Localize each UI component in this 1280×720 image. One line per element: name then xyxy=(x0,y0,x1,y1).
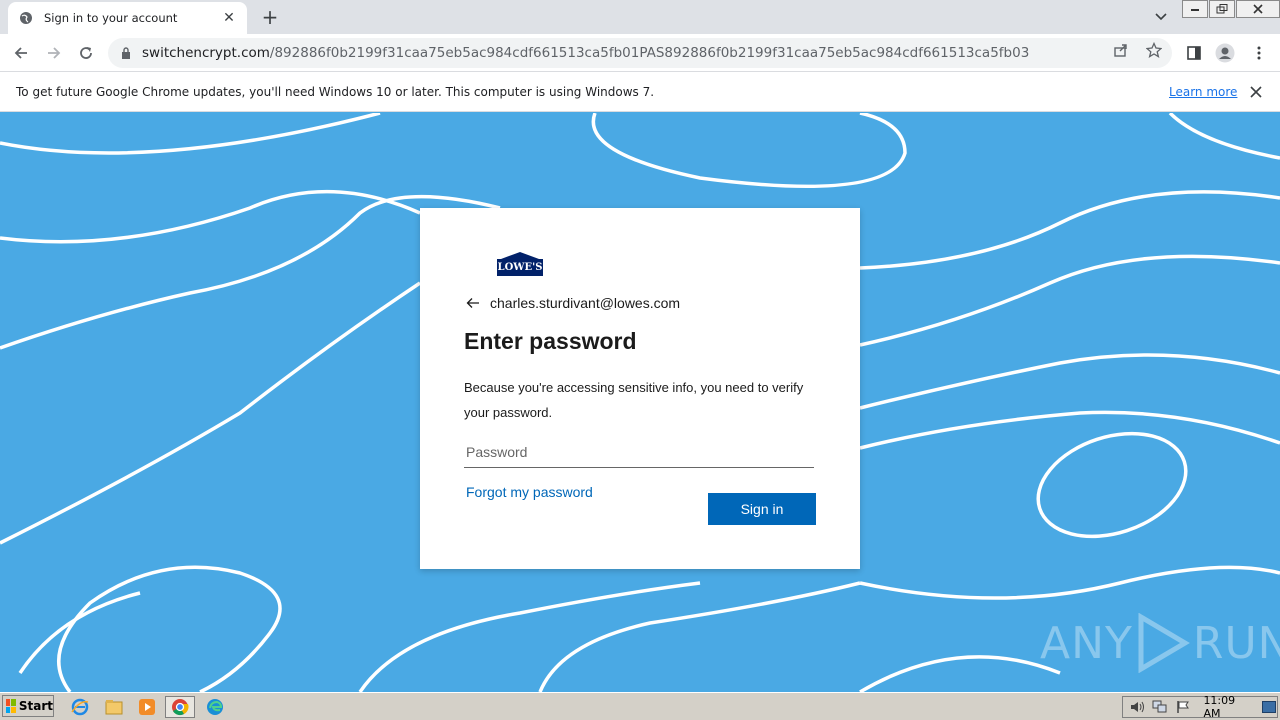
page-content: LOWE'S charles.sturdivant@lowes.com Ente… xyxy=(0,113,1280,692)
window-close-icon[interactable] xyxy=(1236,0,1280,18)
tab-search-icon[interactable] xyxy=(1150,6,1172,28)
network-icon[interactable] xyxy=(1152,699,1169,715)
back-arrow-icon[interactable] xyxy=(8,41,34,65)
url-host: switchencrypt.com xyxy=(142,45,270,61)
anyrun-watermark: ANY RUN xyxy=(1040,613,1280,673)
clock[interactable]: 11:09 AM xyxy=(1203,694,1252,720)
window-controls xyxy=(1181,0,1280,18)
globe-icon xyxy=(18,10,34,26)
url-path: /892886f0b2199f31caa75eb5ac984cdf661513c… xyxy=(269,45,1030,61)
update-infobar: To get future Google Chrome updates, you… xyxy=(0,72,1280,112)
chrome-taskbar-icon[interactable] xyxy=(165,696,195,718)
sign-in-button[interactable]: Sign in xyxy=(708,493,816,525)
page-title: Enter password xyxy=(464,328,637,354)
file-explorer-icon[interactable] xyxy=(103,696,125,718)
learn-more-link[interactable]: Learn more xyxy=(1169,85,1237,99)
signin-card: LOWE'S charles.sturdivant@lowes.com Ente… xyxy=(420,208,860,569)
infobar-message: To get future Google Chrome updates, you… xyxy=(16,84,655,99)
browser-toolbar: switchencrypt.com/892886f0b2199f31caa75e… xyxy=(0,34,1280,72)
side-panel-icon[interactable] xyxy=(1183,42,1205,64)
media-player-icon[interactable] xyxy=(136,696,158,718)
browser-tab[interactable]: Sign in to your account ✕ xyxy=(8,2,247,34)
windows-logo-icon xyxy=(6,699,16,713)
edge-icon[interactable] xyxy=(204,696,226,718)
forward-arrow-icon[interactable] xyxy=(41,41,67,65)
address-bar[interactable]: switchencrypt.com/892886f0b2199f31caa75e… xyxy=(108,38,1172,68)
infobar-close-icon[interactable] xyxy=(1247,83,1265,101)
identity-banner: charles.sturdivant@lowes.com xyxy=(464,294,680,312)
start-label: Start xyxy=(18,699,53,713)
restore-icon[interactable] xyxy=(1209,0,1235,18)
logo-text: LOWE'S xyxy=(497,259,543,276)
watermark-text-right: RUN xyxy=(1192,617,1280,669)
lock-icon[interactable] xyxy=(118,45,134,61)
description-text: Because you're accessing sensitive info,… xyxy=(464,380,804,420)
menu-dots-icon[interactable] xyxy=(1248,42,1270,64)
action-center-flag-icon[interactable] xyxy=(1175,699,1192,715)
tab-strip: Sign in to your account ✕ + xyxy=(0,0,1280,34)
bookmark-star-icon[interactable] xyxy=(1145,41,1163,59)
share-icon[interactable] xyxy=(1112,41,1130,59)
minimize-icon[interactable] xyxy=(1182,0,1208,18)
tab-title: Sign in to your account xyxy=(44,11,178,25)
back-arrow-icon[interactable] xyxy=(464,294,482,312)
show-desktop-icon[interactable] xyxy=(1260,699,1277,715)
logo-roof xyxy=(501,252,539,259)
forgot-password-link[interactable]: Forgot my password xyxy=(466,484,593,500)
taskbar: Start 11:09 AM xyxy=(0,692,1280,720)
internet-explorer-icon[interactable] xyxy=(69,696,91,718)
reload-icon[interactable] xyxy=(73,41,99,65)
new-tab-button[interactable]: + xyxy=(258,6,282,28)
watermark-text-left: ANY xyxy=(1040,617,1133,669)
system-tray: 11:09 AM xyxy=(1122,694,1278,720)
url-text[interactable]: switchencrypt.com/892886f0b2199f31caa75e… xyxy=(142,45,1102,61)
volume-icon[interactable] xyxy=(1129,699,1146,715)
play-logo-icon xyxy=(1138,613,1190,673)
tab-close-icon[interactable]: ✕ xyxy=(221,10,237,26)
password-field[interactable] xyxy=(464,436,814,468)
start-button[interactable]: Start xyxy=(2,695,54,717)
account-email: charles.sturdivant@lowes.com xyxy=(490,295,681,311)
profile-avatar-icon[interactable] xyxy=(1214,42,1236,64)
lowes-logo: LOWE'S xyxy=(497,252,543,276)
